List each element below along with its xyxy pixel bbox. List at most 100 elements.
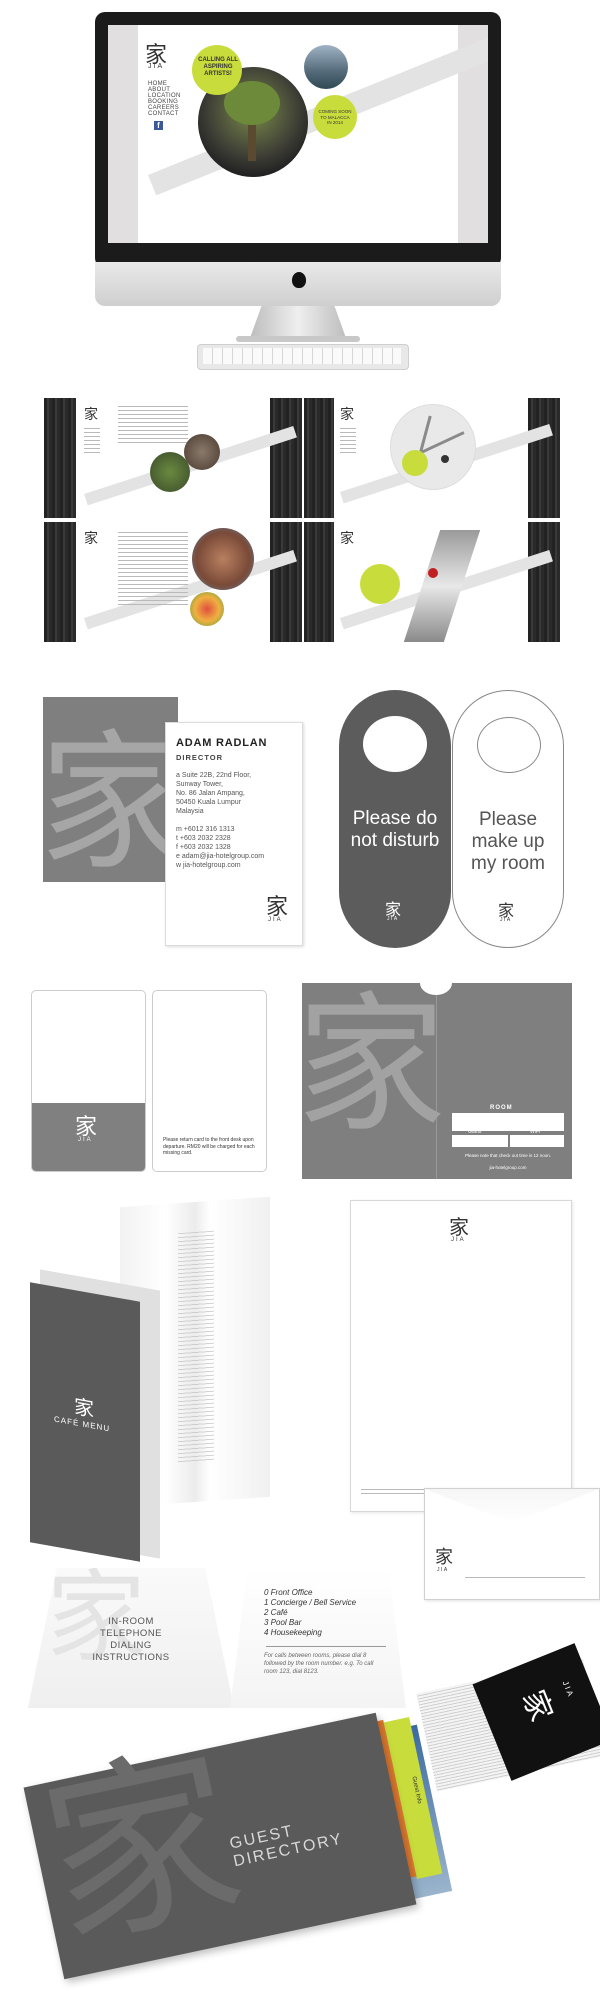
pool-photo-circle [304,45,348,89]
wood-panel-right [270,522,302,642]
apple-logo-icon [292,272,306,288]
directory-logo-watermark: 家 [25,1720,258,1977]
guest-label: Guest [468,1129,482,1135]
keycard-back: Please return card to the front desk upo… [152,990,267,1172]
door-hanger-make-up-room: Please make up my room 家 JIA [452,690,564,948]
black-card-logo-glyph: 家 [514,1685,559,1727]
photo-circle-plant [150,452,190,492]
tent-left-title: IN-ROOM TELEPHONE DIALING INSTRUCTIONS [92,1616,170,1663]
guest-directory-cover: 家 GUEST DIRECTORY [23,1712,417,1980]
imac-stand [250,306,346,338]
room-label: ROOM [490,1105,513,1111]
promo-circle-artists[interactable]: CALLING ALL ASPIRING ARTISTS! [192,45,242,95]
wifi-label: WiFi [530,1129,540,1135]
envelope-flap [425,1489,599,1523]
wood-panel-right [270,398,302,518]
card-logo-text: JIA [268,917,283,923]
map-circle[interactable] [390,404,476,490]
web-page-about: 家 [44,398,302,518]
tent-card-left: 家 IN-ROOM TELEPHONE DIALING INSTRUCTIONS [28,1568,234,1708]
black-card-logo-text: JIA [560,1679,576,1700]
business-card-front: ADAM RADLAN DIRECTOR a Suite 22B, 22nd F… [165,722,303,946]
nav-item-contact[interactable]: CONTACT [148,111,180,117]
page-body-text [118,406,188,446]
keycard-front: 家 JIA [31,990,146,1172]
extension-item: 4 Housekeeping [264,1628,322,1637]
tent-note: For calls between rooms, please dial 8 f… [264,1653,374,1675]
page-nav-lines [84,428,100,456]
directory-tab-label: Guest Info [410,1775,423,1805]
directory-title: GUEST DIRECTORY [228,1822,345,1871]
imac-stand-base [236,336,360,342]
menu-items-lines [178,1230,214,1464]
envelope: 家 JIA [424,1488,600,1600]
extension-item: 0 Front Office [264,1588,313,1597]
envelope-logo-text: JIA [437,1567,449,1573]
web-page-gallery: 家 [304,522,560,642]
photo-circle-building [192,528,254,590]
red-flower-icon [428,568,438,578]
wood-panel-left [304,398,334,518]
wood-panel-right [528,522,560,642]
extension-item: 3 Pool Bar [264,1618,302,1627]
website-screen: 家 JIA HOME ABOUT LOCATION BOOKING CAREER… [108,25,488,243]
page-logo-glyph: 家 [84,407,98,423]
promo-circle-malacca[interactable]: COMING SOON TO MALACCA IN 2014 [313,95,357,139]
hanger-hole [477,717,541,773]
photo-circle-food [190,592,224,626]
lime-dot [402,450,428,476]
checkout-note: Please note that check out time is 12 no… [464,1153,552,1158]
card-name: ADAM RADLAN [176,737,268,749]
site-nav: HOME ABOUT LOCATION BOOKING CAREERS CONT… [148,81,180,117]
card-contacts: m +6012 316 1313 t +603 2032 2328 f +603… [176,826,265,869]
logo-text: JIA [148,63,165,70]
web-page-heritage: 家 [44,522,302,642]
wood-panel-right [528,398,560,518]
wood-panel-left [304,522,334,642]
keycard-return-note: Please return card to the front desk upo… [163,1137,255,1156]
wifi-field[interactable] [510,1135,564,1147]
makeup-text: Please make up my room [471,809,545,874]
map-pin-icon [441,455,449,463]
envelope-logo-glyph: 家 [435,1547,453,1568]
envelope-address-line [465,1577,585,1581]
wood-panel-left [44,522,76,642]
letterhead-logo-glyph: 家 [449,1215,469,1239]
dnd-text: Please do not disturb [350,808,440,851]
tent-card-right: 0 Front Office 1 Concierge / Bell Servic… [230,1568,406,1708]
hanger-hole [363,716,427,772]
promo-malacca-text: COMING SOON TO MALACCA IN 2014 [318,109,352,125]
extension-item: 2 Café [264,1608,288,1617]
facebook-icon[interactable]: f [154,121,163,130]
photo-circle-room [184,434,220,470]
page-logo-glyph: 家 [340,531,354,547]
card-address: a Suite 22B, 22nd Floor, Sunway Tower, N… [176,772,252,815]
keycard-logo-text: JIA [78,1137,93,1143]
folder-logo-watermark: 家 [296,979,447,1153]
keyboard-keys [203,348,401,364]
page-logo-glyph: 家 [340,407,354,423]
extension-list: 0 Front Office 1 Concierge / Bell Servic… [264,1588,356,1638]
guest-field[interactable] [452,1135,508,1147]
cafe-menu-cover: 家 CAFÉ MENU [30,1282,140,1562]
page-nav-lines [340,428,356,456]
tent-divider [266,1646,386,1647]
folder-url: jia-hotelgroup.com [489,1165,527,1170]
screen-side-panel [108,25,138,243]
door-hanger-do-not-disturb: Please do not disturb 家 JIA [339,690,451,948]
letterhead-logo-text: JIA [451,1237,466,1243]
promo-artists-text: CALLING ALL ASPIRING ARTISTS! [198,57,238,77]
web-page-location: 家 [304,398,560,518]
card-title: DIRECTOR [176,753,224,762]
letterhead: 家 JIA [350,1200,572,1512]
wood-panel-left [44,398,76,518]
keycard-folder: 家 ROOM Guest WiFi Please note that check… [296,971,572,1179]
page-diagonal [84,550,297,630]
page-logo-glyph: 家 [84,531,98,547]
extension-item: 1 Concierge / Bell Service [264,1598,357,1607]
lime-promo-circle[interactable] [360,564,400,604]
hanger-logo-text: JIA [387,916,399,922]
page-body-text [118,532,188,606]
business-card-back: 家 [39,697,189,882]
hanger-logo-text: JIA [500,917,512,923]
